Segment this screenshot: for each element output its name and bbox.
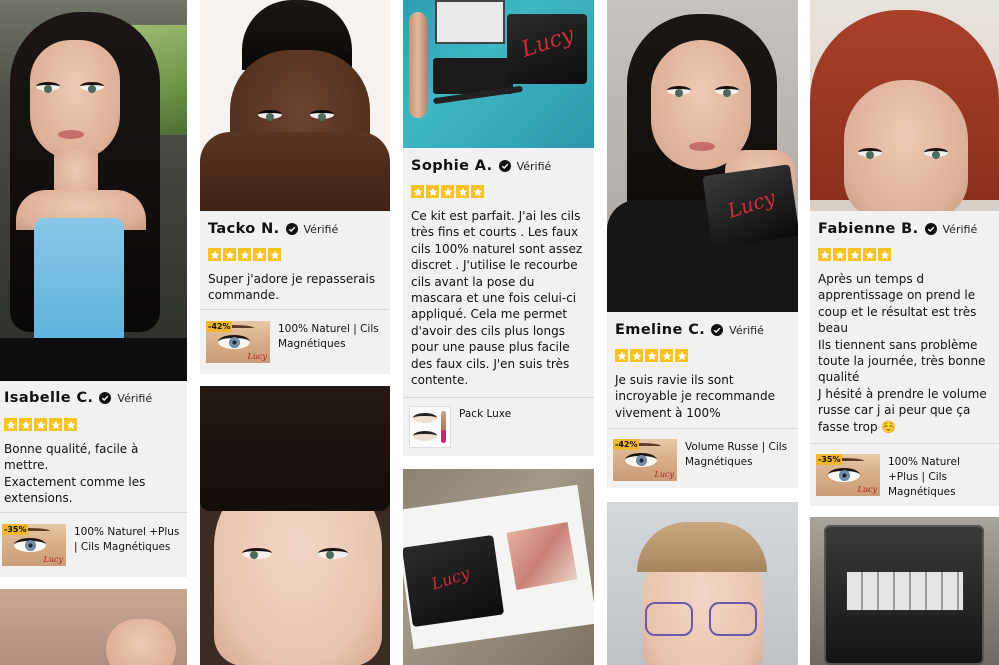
verified-label: Vérifié bbox=[942, 222, 978, 236]
review-photo-emeline[interactable]: Lucy bbox=[607, 0, 798, 312]
star-icon bbox=[471, 185, 484, 198]
product-link[interactable]: -35% Lucy 100% Naturel +Plus | Cils Magn… bbox=[2, 524, 181, 566]
verified-label: Vérifié bbox=[117, 391, 153, 405]
discount-badge: -42% bbox=[613, 439, 640, 450]
product-link[interactable]: -42% Lucy Volume Russe | Cils Magnétique… bbox=[613, 439, 792, 481]
photo-bottom-strip bbox=[0, 338, 187, 381]
star-icon bbox=[660, 349, 673, 362]
star-icon bbox=[615, 349, 628, 362]
review-text: Bonne qualité, facile à mettre. Exacteme… bbox=[4, 442, 146, 506]
star-rating bbox=[411, 185, 484, 198]
star-icon bbox=[34, 418, 47, 431]
product-thumbnail[interactable]: -35% Lucy bbox=[2, 524, 66, 566]
star-icon bbox=[441, 185, 454, 198]
review-column-1: Isabelle C. Vérifié Bonne qualité, facil… bbox=[0, 0, 187, 665]
star-icon bbox=[19, 418, 32, 431]
star-icon bbox=[4, 418, 17, 431]
divider bbox=[200, 309, 390, 310]
verified-label: Vérifié bbox=[303, 222, 339, 236]
review-photo-tacko[interactable] bbox=[200, 0, 390, 211]
brand-logo: Lucy bbox=[857, 485, 877, 494]
reviewer-name: Isabelle C. bbox=[4, 390, 94, 406]
star-icon bbox=[645, 349, 658, 362]
product-label[interactable]: Volume Russe | Cils Magnétiques bbox=[685, 439, 792, 470]
review-text: Après un temps d apprentissage on prend … bbox=[818, 272, 987, 434]
review-card: Fabienne B. Vérifié Après un temps d app… bbox=[810, 211, 999, 506]
reviewer-name: Fabienne B. bbox=[818, 221, 919, 237]
star-icon bbox=[253, 248, 266, 261]
star-icon bbox=[818, 248, 831, 261]
product-thumbnail[interactable]: -42% Lucy bbox=[613, 439, 677, 481]
discount-badge: -35% bbox=[2, 524, 29, 535]
product-link[interactable]: -42% Lucy 100% Naturel | Cils Magnétique… bbox=[206, 321, 384, 363]
review-text: Super j'adore je repasserais commande. bbox=[208, 272, 376, 303]
review-photo-sophie[interactable]: Lucy bbox=[403, 0, 594, 148]
divider bbox=[810, 443, 999, 444]
review-photo-next[interactable] bbox=[0, 589, 187, 665]
product-link[interactable]: -35% Lucy 100% Naturel +Plus | Cils Magn… bbox=[816, 454, 993, 500]
star-icon bbox=[411, 185, 424, 198]
verified-check-icon bbox=[285, 223, 298, 235]
divider bbox=[607, 428, 798, 429]
review-card: Emeline C. Vérifié Je suis ravie ils son… bbox=[607, 312, 798, 488]
divider bbox=[0, 512, 187, 513]
product-link[interactable]: Pack Luxe bbox=[409, 406, 588, 448]
star-icon bbox=[833, 248, 846, 261]
review-card: Isabelle C. Vérifié Bonne qualité, facil… bbox=[0, 381, 187, 577]
review-photo-next[interactable] bbox=[810, 517, 999, 665]
star-icon bbox=[208, 248, 221, 261]
reviewer-name: Emeline C. bbox=[615, 322, 706, 338]
star-rating bbox=[615, 349, 688, 362]
review-column-5: Fabienne B. Vérifié Après un temps d app… bbox=[810, 0, 999, 665]
star-icon bbox=[426, 185, 439, 198]
reviewer-name: Tacko N. bbox=[208, 221, 280, 237]
review-photo-next[interactable] bbox=[607, 502, 798, 665]
review-photo-next[interactable] bbox=[200, 386, 390, 665]
review-photo-fabienne[interactable] bbox=[810, 0, 999, 211]
review-text: Je suis ravie ils sont incroyable je rec… bbox=[615, 373, 776, 420]
brand-logo: Lucy bbox=[247, 352, 267, 361]
review-card: Sophie A. Vérifié Ce kit est parfait. J'… bbox=[403, 148, 594, 456]
star-icon bbox=[456, 185, 469, 198]
star-icon bbox=[863, 248, 876, 261]
star-icon bbox=[630, 349, 643, 362]
star-rating bbox=[4, 418, 77, 431]
star-icon bbox=[64, 418, 77, 431]
star-icon bbox=[49, 418, 62, 431]
brand-logo: Lucy bbox=[43, 555, 63, 564]
star-icon bbox=[848, 248, 861, 261]
star-icon bbox=[878, 248, 891, 261]
verified-label: Vérifié bbox=[516, 159, 552, 173]
review-card: Tacko N. Vérifié Super j'adore je repass… bbox=[200, 211, 390, 374]
product-label[interactable]: Pack Luxe bbox=[459, 406, 511, 422]
review-text: Ce kit est parfait. J'ai les cils très f… bbox=[411, 209, 583, 388]
verified-label: Vérifié bbox=[729, 323, 764, 337]
review-column-4: Lucy Emeline C. Vérifié Je suis ravie il… bbox=[607, 0, 798, 665]
brand-logo: Lucy bbox=[654, 470, 674, 479]
review-column-3: Lucy Sophie A. Vérifié Ce kit est parfai… bbox=[403, 0, 594, 665]
product-thumbnail[interactable]: -42% Lucy bbox=[206, 321, 270, 363]
review-photo-next[interactable]: Lucy bbox=[403, 469, 594, 665]
product-thumbnail[interactable] bbox=[409, 406, 451, 448]
discount-badge: -35% bbox=[816, 454, 843, 465]
star-rating bbox=[208, 248, 281, 261]
verified-check-icon bbox=[498, 160, 511, 172]
discount-badge: -42% bbox=[206, 321, 233, 332]
star-icon bbox=[268, 248, 281, 261]
verified-check-icon bbox=[924, 223, 937, 235]
star-icon bbox=[238, 248, 251, 261]
product-label[interactable]: 100% Naturel +Plus | Cils Magnétiques bbox=[74, 524, 181, 555]
product-label[interactable]: 100% Naturel +Plus | Cils Magnétiques bbox=[888, 454, 993, 500]
reviewer-name: Sophie A. bbox=[411, 158, 493, 174]
star-icon bbox=[675, 349, 688, 362]
product-label[interactable]: 100% Naturel | Cils Magnétiques bbox=[278, 321, 384, 352]
star-icon bbox=[223, 248, 236, 261]
star-rating bbox=[818, 248, 891, 261]
review-photo-isabelle[interactable] bbox=[0, 0, 187, 338]
divider bbox=[403, 397, 594, 398]
product-thumbnail[interactable]: -35% Lucy bbox=[816, 454, 880, 496]
review-column-2: Tacko N. Vérifié Super j'adore je repass… bbox=[200, 0, 390, 665]
verified-check-icon bbox=[99, 392, 112, 404]
verified-check-icon bbox=[711, 324, 724, 336]
